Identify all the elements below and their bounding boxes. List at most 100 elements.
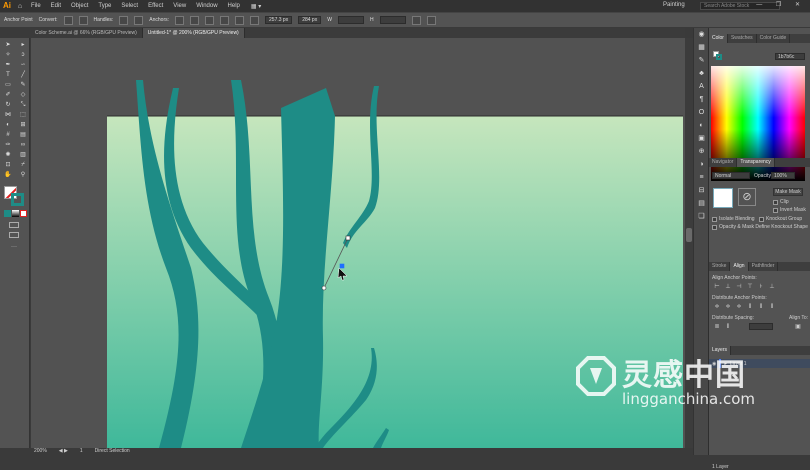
screen-mode-icon[interactable]: [9, 232, 19, 238]
knockout-group-row[interactable]: Knockout Group: [759, 216, 802, 222]
canvas-pasteboard[interactable]: [31, 38, 685, 448]
line-tool-icon[interactable]: ╱: [17, 71, 29, 79]
align-left-button[interactable]: [220, 15, 230, 25]
selection-tool-icon[interactable]: ➤: [2, 41, 14, 49]
navigator-panel-icon[interactable]: ⊕: [694, 145, 709, 158]
convert-corner-button[interactable]: [63, 15, 73, 25]
expand-arrow-icon[interactable]: ▸: [724, 361, 727, 367]
align-hcenter-icon[interactable]: ⊥: [724, 283, 732, 291]
graphic-styles-panel-icon[interactable]: ▣: [694, 132, 709, 145]
artboard-artwork[interactable]: [31, 38, 685, 448]
graph-tool-icon[interactable]: ▥: [17, 151, 29, 159]
zoom-level[interactable]: 200%: [34, 448, 47, 455]
align-right-button[interactable]: [250, 15, 260, 25]
menu-view[interactable]: View: [168, 3, 191, 9]
blend-tool-icon[interactable]: ∞: [17, 141, 29, 149]
isolate-button[interactable]: [426, 15, 436, 25]
stroke-swatch[interactable]: [11, 193, 24, 206]
tab-untitled[interactable]: Untitled-1* @ 200% (RGB/GPU Preview): [142, 28, 245, 38]
width-tool-icon[interactable]: ⋈: [2, 111, 14, 119]
type-panel-icon[interactable]: A: [694, 80, 709, 93]
tab-color[interactable]: Color: [709, 34, 728, 43]
window-controls[interactable]: — ❐ ✕: [756, 1, 806, 8]
make-mask-button[interactable]: Make Mask: [773, 188, 803, 196]
menu-window[interactable]: Window: [191, 3, 222, 9]
slice-tool-icon[interactable]: ⌿: [17, 161, 29, 169]
arrange-docs-icon[interactable]: ▦ ▾: [251, 3, 261, 10]
menu-select[interactable]: Select: [116, 3, 143, 9]
anchor-point-selected[interactable]: [339, 263, 345, 269]
stroke-panel-icon[interactable]: ≡: [694, 171, 709, 184]
distribute-hspace-icon[interactable]: ⦀: [724, 323, 732, 331]
handle-point-bottom[interactable]: [321, 285, 327, 291]
hex-input[interactable]: 1b7b6c: [775, 53, 805, 60]
no-mask-icon[interactable]: ⊘: [738, 188, 756, 206]
menu-file[interactable]: File: [26, 3, 46, 9]
h-field[interactable]: [379, 16, 406, 24]
shaper-tool-icon[interactable]: ✐: [2, 91, 14, 99]
transparency-panel-icon[interactable]: ◑: [694, 158, 709, 171]
tab-stroke[interactable]: Stroke: [709, 262, 731, 271]
opacity-field[interactable]: 100%: [771, 172, 795, 179]
color-panel-icon[interactable]: ◉: [694, 28, 709, 41]
distribute-right-icon[interactable]: ⫴: [768, 303, 776, 311]
lasso-tool-icon[interactable]: ↄ: [17, 51, 29, 59]
align-to-icon[interactable]: ▣: [794, 323, 802, 331]
paintbrush-tool-icon[interactable]: ✎: [17, 81, 29, 89]
visibility-eye-icon[interactable]: ◉: [712, 361, 716, 367]
tab-transparency[interactable]: Transparency: [737, 158, 775, 167]
appearance-panel-icon[interactable]: ◐: [694, 119, 709, 132]
color-mode-icon[interactable]: [4, 210, 11, 217]
none-mode-icon[interactable]: [20, 210, 27, 217]
swatches-panel-icon[interactable]: ▦: [694, 41, 709, 54]
pen-tool-icon[interactable]: ✒: [2, 61, 14, 69]
edit-toolbar-icon[interactable]: ···: [11, 244, 17, 250]
distribute-bottom-icon[interactable]: ≑: [735, 303, 743, 311]
hand-tool-icon[interactable]: ✋: [2, 171, 14, 179]
layers-panel-icon[interactable]: ❏: [694, 210, 709, 223]
distribute-vspace-icon[interactable]: ≣: [713, 323, 721, 331]
free-transform-tool-icon[interactable]: ⬚: [17, 111, 29, 119]
artboard-nav-arrows[interactable]: ◀ ▶: [59, 448, 68, 455]
align-panel-icon[interactable]: ⊟: [694, 184, 709, 197]
isolate-blending-row[interactable]: Isolate Blending: [712, 216, 755, 222]
menu-effect[interactable]: Effect: [143, 3, 168, 9]
menu-help[interactable]: Help: [223, 3, 245, 9]
workspace-switcher[interactable]: Painting: [663, 2, 685, 8]
distribute-left-icon[interactable]: ⫴: [746, 303, 754, 311]
layer-row[interactable]: ◉ ▸ Layer 1: [709, 359, 810, 368]
transform-button[interactable]: [411, 15, 421, 25]
x-field[interactable]: 257.3 px: [265, 16, 293, 24]
tab-color-scheme[interactable]: Color Scheme.ai @ 66% (RGB/GPU Preview): [30, 28, 143, 38]
tab-navigator[interactable]: Navigator: [709, 158, 738, 167]
artboard-tool-icon[interactable]: ⊡: [2, 161, 14, 169]
gradient-panel-icon[interactable]: ▤: [694, 197, 709, 210]
invert-mask-row[interactable]: Invert Mask: [773, 207, 806, 213]
type-tool-icon[interactable]: T: [2, 71, 14, 79]
home-icon[interactable]: ⌂: [14, 3, 26, 10]
w-field[interactable]: [337, 16, 364, 24]
rotate-tool-icon[interactable]: ↻: [2, 101, 14, 109]
layer-name[interactable]: Layer 1: [730, 361, 747, 367]
align-right-edge-icon[interactable]: ⊣: [735, 283, 743, 291]
curvature-tool-icon[interactable]: ∽: [17, 61, 29, 69]
eyedropper-tool-icon[interactable]: ✑: [2, 141, 14, 149]
mesh-tool-icon[interactable]: #: [2, 131, 14, 139]
vertical-scroll-thumb[interactable]: [686, 228, 692, 242]
paragraph-panel-icon[interactable]: ¶: [694, 93, 709, 106]
show-handles-button[interactable]: [119, 15, 129, 25]
perspective-tool-icon[interactable]: ⊞: [17, 121, 29, 129]
blend-mode-select[interactable]: Normal: [712, 172, 750, 179]
menu-edit[interactable]: Edit: [46, 3, 66, 9]
tab-align[interactable]: Align: [730, 262, 749, 271]
anchor-point-top[interactable]: [345, 235, 351, 241]
distribute-top-icon[interactable]: ≑: [713, 303, 721, 311]
brushes-panel-icon[interactable]: ✎: [694, 54, 709, 67]
scale-tool-icon[interactable]: ⤡: [17, 101, 29, 109]
opacity-mask-checkbox[interactable]: [712, 224, 717, 230]
hide-handles-button[interactable]: [134, 15, 144, 25]
invert-mask-checkbox[interactable]: [773, 207, 778, 213]
shape-builder-tool-icon[interactable]: ◐: [2, 121, 14, 129]
gradient-tool-icon[interactable]: ▤: [17, 131, 29, 139]
gradient-mode-icon[interactable]: [12, 210, 19, 217]
